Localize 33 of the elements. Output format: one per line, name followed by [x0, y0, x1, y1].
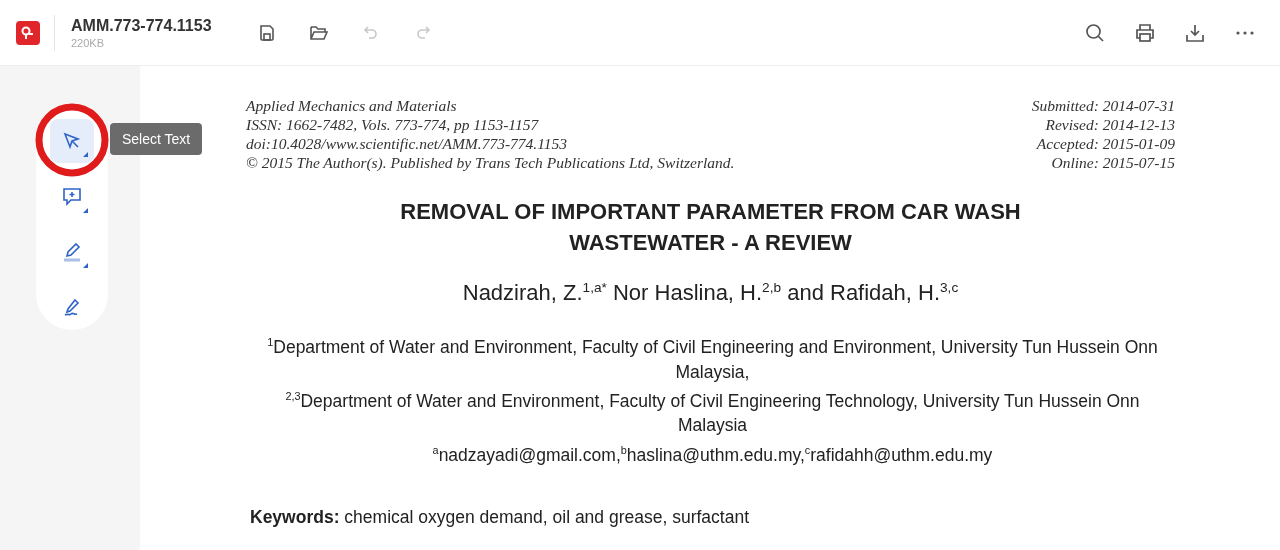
date-line: Online: 2015-07-15	[1050, 153, 1175, 172]
file-size: 220KB	[71, 36, 106, 49]
paper-title: REMOVAL OF IMPORTANT PARAMETER FROM CAR WASH WASTEWATER - A REVIEW	[399, 198, 1022, 257]
affiliation-text: $^{a}$nadzayadi@gmail.com,$^{b}$haslina@uthm.edu.my,$^{c}$rafidahh@uthm.edu.my	[431, 443, 994, 467]
save-icon	[257, 23, 276, 42]
date-line: Submitted: 2014-07-31	[1031, 96, 1175, 115]
keywords-text: chemical oxygen demand, oil and grease, surfactant	[344, 507, 750, 528]
author-list: Nadzirah, Z.$^{1,a*}$ Nor Haslina, H.$^{2,b}$ and Rafidah, H.$^{3,c}$	[246, 280, 1175, 307]
submenu-corner-icon	[83, 151, 88, 157]
affiliation-text: $^{1}$Department of Water and Environment, Faculty of Civil Engineering and Environment, University Tun Hussein Onn Malaysia,	[266, 335, 1159, 384]
search-icon	[1085, 22, 1105, 43]
more-icon	[1235, 29, 1255, 36]
date-line: Accepted: 2015-01-09	[1035, 134, 1175, 153]
comment-plus-icon	[62, 186, 82, 207]
printer-icon	[1135, 22, 1155, 43]
submenu-corner-icon	[83, 263, 88, 269]
keywords-label: Keywords:	[250, 507, 340, 528]
folder-icon	[308, 23, 329, 42]
journal-info-line: © 2015 The Author(s). Published by Trans Tech Publications Ltd, Switzerland.	[246, 153, 735, 172]
select-tool[interactable]	[50, 119, 94, 163]
highlighter-icon	[62, 242, 82, 263]
cursor-icon	[63, 131, 81, 150]
date-line: Revised: 2014-12-13	[1044, 115, 1175, 134]
app-logo-icon	[16, 20, 40, 45]
journal-info-line: Applied Mechanics and Materials	[246, 96, 458, 115]
journal-info-line: doi:10.4028/www.scientific.net/AMM.773-774.1153	[246, 134, 568, 153]
download-icon	[1185, 22, 1205, 43]
file-name: AMM.773-774.1153	[71, 16, 212, 35]
submenu-corner-icon	[83, 207, 88, 213]
tooltip: Select Text	[110, 123, 203, 155]
pen-icon	[62, 298, 82, 319]
undo-icon	[361, 23, 380, 42]
journal-info-line: ISSN: 1662-7482, Vols. 773-774, pp 1153-1157	[246, 115, 540, 134]
